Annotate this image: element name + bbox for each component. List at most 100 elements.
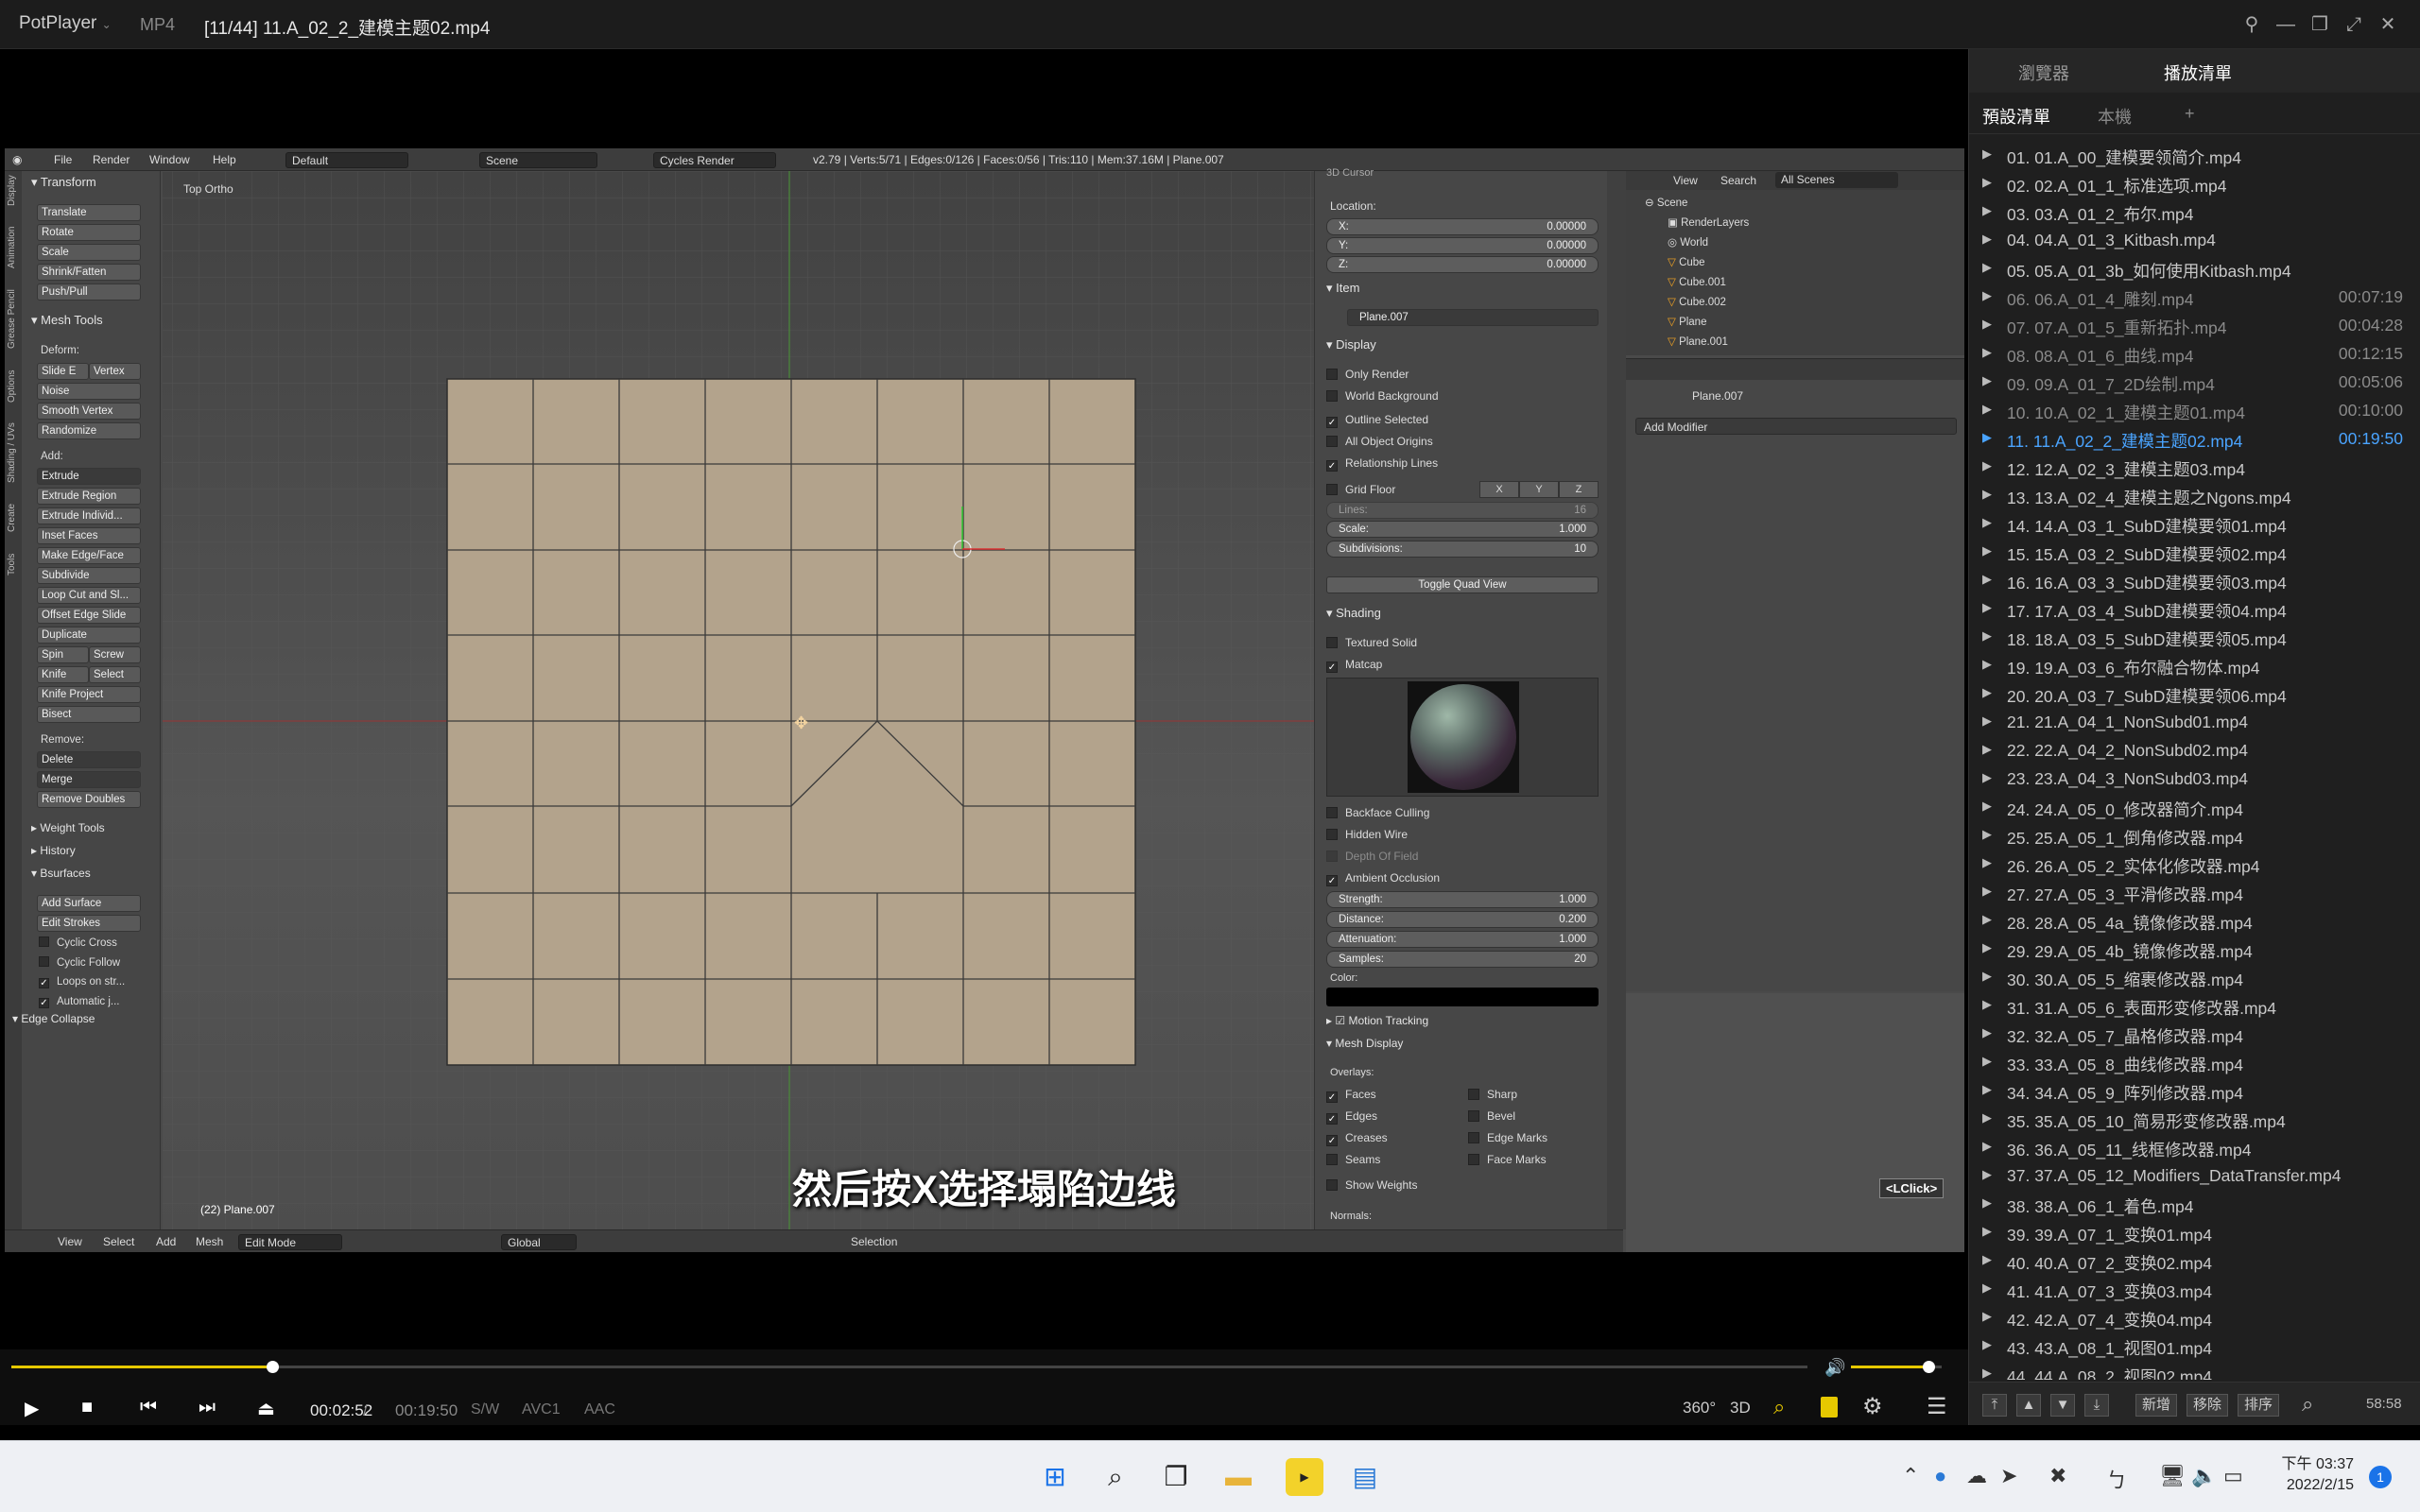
tab-default-list[interactable]: 預設清單 <box>1982 104 2050 129</box>
playlist-item[interactable]: ▶ 17. 17.A_03_4_SubD建模要领04.mp4 <box>1982 595 2403 624</box>
battery-icon[interactable]: ▭ <box>2223 1464 2243 1488</box>
move-up-icon[interactable]: ▲ <box>2016 1394 2041 1417</box>
tab-playlist[interactable]: 播放清單 <box>2164 60 2232 85</box>
remove-button[interactable]: 移除 <box>2187 1394 2228 1417</box>
playlist-item[interactable]: ▶ 30. 30.A_05_5_缩裹修改器.mp4 <box>1982 964 2403 992</box>
notepad-icon[interactable]: ▤ <box>1346 1458 1384 1496</box>
network-icon[interactable]: 🖥 <box>2159 1464 2186 1488</box>
tray-chevron-icon[interactable]: ⌃ <box>1902 1464 1919 1488</box>
minimize-button[interactable]: — <box>2273 11 2299 38</box>
search-taskbar-icon[interactable]: ⌕ <box>1097 1458 1134 1496</box>
playlist-item[interactable]: ▶ 31. 31.A_05_6_表面形变修改器.mp4 <box>1982 992 2403 1021</box>
new-button[interactable]: 新增 <box>2135 1394 2177 1417</box>
file-explorer-icon[interactable]: ▬ <box>1219 1458 1257 1496</box>
task-view-icon[interactable]: ❐ <box>1157 1458 1195 1496</box>
playlist-item[interactable]: ▶ 20. 20.A_03_7_SubD建模要领06.mp4 <box>1982 680 2403 709</box>
playlist-search-icon[interactable]: ⌕ <box>2302 1392 2313 1417</box>
playlist-item[interactable]: ▶ 18. 18.A_03_5_SubD建模要领05.mp4 <box>1982 624 2403 652</box>
clock-date[interactable]: 2022/2/15 <box>2276 1477 2354 1494</box>
vr360-button[interactable]: 360° <box>1683 1399 1716 1418</box>
speaker-icon[interactable]: 🔈 <box>2191 1464 2217 1488</box>
playlist-item[interactable]: ▶ 02. 02.A_01_1_标准选项.mp4 <box>1982 170 2403 198</box>
playlist-item[interactable]: ▶ 42. 42.A_07_4_变换04.mp4 <box>1982 1304 2403 1332</box>
playlist-item[interactable]: ▶ 19. 19.A_03_6_布尔融合物体.mp4 <box>1982 652 2403 680</box>
playlist-item[interactable]: ▶ 07. 07.A_01_5_重新拓扑.mp4 00:04:28 <box>1982 312 2403 340</box>
playlist-item[interactable]: ▶ 39. 39.A_07_1_变换01.mp4 <box>1982 1219 2403 1247</box>
playlist-item[interactable]: ▶ 37. 37.A_05_12_Modifiers_DataTransfer.m… <box>1982 1162 2403 1191</box>
playlist-item[interactable]: ▶ 44. 44.A_08_2_视图02.mp4 <box>1982 1361 2403 1380</box>
restore-button[interactable]: ❐ <box>2307 11 2333 38</box>
location-icon[interactable]: ➤ <box>2000 1464 2017 1488</box>
playlist-item[interactable]: ▶ 43. 43.A_08_1_视图01.mp4 <box>1982 1332 2403 1361</box>
move-down-icon[interactable]: ▼ <box>2050 1394 2075 1417</box>
eject-icon[interactable]: ⏏ <box>257 1397 275 1420</box>
playlist-item[interactable]: ▶ 23. 23.A_04_3_NonSubd03.mp4 <box>1982 765 2403 794</box>
move-top-icon[interactable]: ⤒ <box>1982 1394 2007 1417</box>
menu-icon[interactable]: ☰ <box>1927 1393 1947 1420</box>
playlist-item[interactable]: ▶ 22. 22.A_04_2_NonSubd02.mp4 <box>1982 737 2403 765</box>
playlist-item[interactable]: ▶ 34. 34.A_05_9_阵列修改器.mp4 <box>1982 1077 2403 1106</box>
close-button[interactable]: ✕ <box>2375 11 2401 38</box>
playlist-item[interactable]: ▶ 24. 24.A_05_0_修改器简介.mp4 <box>1982 794 2403 822</box>
volume-icon[interactable]: 🔊 <box>1824 1358 1845 1378</box>
seek-bar[interactable] <box>11 1366 1807 1368</box>
playlist-item[interactable]: ▶ 21. 21.A_04_1_NonSubd01.mp4 <box>1982 709 2403 737</box>
tab-local[interactable]: 本機 <box>2098 104 2132 129</box>
playlist-item[interactable]: ▶ 03. 03.A_01_2_布尔.mp4 <box>1982 198 2403 227</box>
previous-icon[interactable]: ⏮ <box>140 1397 157 1418</box>
move-bottom-icon[interactable]: ⤓ <box>2084 1394 2109 1417</box>
tray-app-icon[interactable]: ● <box>1934 1464 1946 1488</box>
seek-handle[interactable] <box>267 1361 279 1373</box>
play-icon[interactable]: ▶ <box>25 1397 39 1420</box>
codec-video[interactable]: AVC1 <box>522 1401 561 1418</box>
codec-sw[interactable]: S/W <box>471 1401 499 1418</box>
cloud-icon[interactable]: ☁ <box>1966 1464 1987 1488</box>
stop-icon[interactable]: ■ <box>81 1397 93 1418</box>
playlist-item[interactable]: ▶ 12. 12.A_02_3_建模主题03.mp4 <box>1982 454 2403 482</box>
playlist-item[interactable]: ▶ 09. 09.A_01_7_2D绘制.mp4 00:05:06 <box>1982 369 2403 397</box>
playlist-item[interactable]: ▶ 26. 26.A_05_2_实体化修改器.mp4 <box>1982 850 2403 879</box>
gear-icon[interactable]: ⚙ <box>1862 1393 1883 1420</box>
ime-icon[interactable]: ㄅ <box>2106 1464 2127 1494</box>
playlist-item[interactable]: ▶ 15. 15.A_03_2_SubD建模要领02.mp4 <box>1982 539 2403 567</box>
playlist-item[interactable]: ▶ 13. 13.A_02_4_建模主题之Ngons.mp4 <box>1982 482 2403 510</box>
playlist-item[interactable]: ▶ 40. 40.A_07_2_变换02.mp4 <box>1982 1247 2403 1276</box>
playlist-item[interactable]: ▶ 08. 08.A_01_6_曲线.mp4 00:12:15 <box>1982 340 2403 369</box>
playlist-item[interactable]: ▶ 01. 01.A_00_建模要领简介.mp4 <box>1982 142 2403 170</box>
playlist-item[interactable]: ▶ 04. 04.A_01_3_Kitbash.mp4 <box>1982 227 2403 255</box>
volume-handle[interactable] <box>1923 1361 1935 1373</box>
next-icon[interactable]: ⏭ <box>199 1397 216 1418</box>
sort-button[interactable]: 排序 <box>2238 1394 2279 1417</box>
pin-icon[interactable]: ⚲ <box>2238 11 2265 38</box>
playlist-item[interactable]: ▶ 29. 29.A_05_4b_镜像修改器.mp4 <box>1982 936 2403 964</box>
search-icon[interactable]: ⌕ <box>1773 1395 1785 1419</box>
clock-time[interactable]: 下午 03:37 <box>2276 1451 2355 1473</box>
playlist-item[interactable]: ▶ 27. 27.A_05_3_平滑修改器.mp4 <box>1982 879 2403 907</box>
cube-name: Cube <box>1679 257 1705 268</box>
playlist-item[interactable]: ▶ 33. 33.A_05_8_曲线修改器.mp4 <box>1982 1049 2403 1077</box>
playlist-item[interactable]: ▶ 32. 32.A_05_7_晶格修改器.mp4 <box>1982 1021 2403 1049</box>
playlist-item[interactable]: ▶ 11. 11.A_02_2_建模主题02.mp4 00:19:50 <box>1982 425 2403 454</box>
playlist-item[interactable]: ▶ 14. 14.A_03_1_SubD建模要领01.mp4 <box>1982 510 2403 539</box>
playlist-item[interactable]: ▶ 36. 36.A_05_11_线框修改器.mp4 <box>1982 1134 2403 1162</box>
playlist-item[interactable]: ▶ 05. 05.A_01_3b_如何使用Kitbash.mp4 <box>1982 255 2403 284</box>
notification-badge[interactable]: 1 <box>2369 1466 2392 1488</box>
playlist-item[interactable]: ▶ 25. 25.A_05_1_倒角修改器.mp4 <box>1982 822 2403 850</box>
playlist-item[interactable]: ▶ 35. 35.A_05_10_简易形变修改器.mp4 <box>1982 1106 2403 1134</box>
playlist-icon[interactable] <box>1821 1397 1838 1418</box>
playlist-item[interactable]: ▶ 28. 28.A_05_4a_镜像修改器.mp4 <box>1982 907 2403 936</box>
playlist-item[interactable]: ▶ 16. 16.A_03_3_SubD建模要领03.mp4 <box>1982 567 2403 595</box>
start-icon[interactable]: ⊞ <box>1036 1458 1074 1496</box>
playlist-item[interactable]: ▶ 06. 06.A_01_4_雕刻.mp4 00:07:19 <box>1982 284 2403 312</box>
codec-audio[interactable]: AAC <box>584 1401 615 1418</box>
potplayer-taskbar-icon[interactable]: ▶ <box>1286 1458 1323 1496</box>
3d-button[interactable]: 3D <box>1730 1399 1751 1418</box>
add-tab-button[interactable]: + <box>2185 104 2195 124</box>
close-circle-icon[interactable]: ✖ <box>2049 1464 2066 1488</box>
tab-browser[interactable]: 瀏覽器 <box>2018 60 2069 85</box>
fullscreen-button[interactable]: ⤢ <box>2341 11 2367 38</box>
playlist-item[interactable]: ▶ 38. 38.A_06_1_着色.mp4 <box>1982 1191 2403 1219</box>
app-menu-button[interactable]: PotPlayer ⌄ <box>19 13 112 34</box>
playlist-item[interactable]: ▶ 10. 10.A_02_1_建模主题01.mp4 00:10:00 <box>1982 397 2403 425</box>
playlist-item[interactable]: ▶ 41. 41.A_07_3_变换03.mp4 <box>1982 1276 2403 1304</box>
